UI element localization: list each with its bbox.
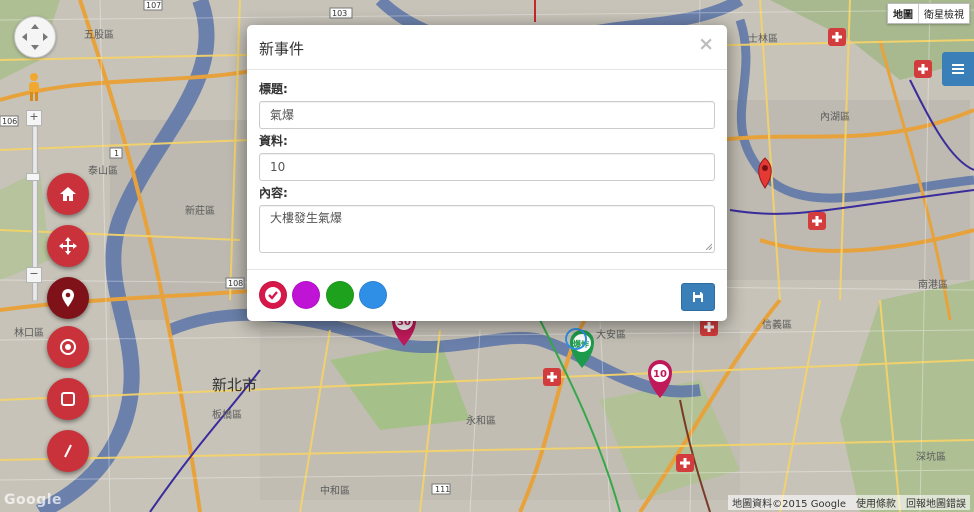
hospital-icon bbox=[543, 368, 561, 386]
route-label: 106 bbox=[2, 117, 17, 126]
circle-icon bbox=[60, 339, 76, 355]
title-label: 標題: bbox=[259, 82, 288, 96]
dialog-title: 新事件 bbox=[259, 40, 305, 58]
district-label: 大安區 bbox=[596, 328, 626, 341]
dialog-body: 標題: 氣爆 資料: 10 內容: 大樓發生氣爆 bbox=[259, 81, 715, 253]
map-type-satellite-button[interactable]: 衛星檢視 bbox=[919, 4, 969, 23]
resize-handle-icon[interactable] bbox=[704, 242, 712, 250]
district-label: 五股區 bbox=[84, 29, 114, 41]
close-button[interactable]: × bbox=[698, 34, 714, 54]
hospital-icon bbox=[914, 60, 932, 78]
move-icon bbox=[59, 237, 77, 255]
map-marker-icon bbox=[62, 289, 74, 307]
route-label: 111 bbox=[435, 485, 450, 494]
district-label: 士林區 bbox=[748, 32, 778, 45]
tool-home-button[interactable] bbox=[47, 173, 89, 215]
save-button[interactable] bbox=[681, 283, 715, 311]
floppy-disk-icon bbox=[693, 292, 703, 302]
zoom-in-button[interactable]: + bbox=[26, 110, 42, 126]
new-event-dialog: 新事件 × 標題: 氣爆 資料: 10 內容: 大樓發生氣爆 bbox=[247, 25, 727, 321]
route-label: 1 bbox=[114, 149, 119, 158]
title-input[interactable]: 氣爆 bbox=[259, 101, 715, 129]
tool-rectangle-button[interactable] bbox=[47, 378, 89, 420]
event-marker-label: 10 bbox=[653, 369, 667, 380]
color-swatch-purple[interactable] bbox=[292, 281, 320, 309]
data-input[interactable]: 10 bbox=[259, 153, 715, 181]
hamburger-icon bbox=[952, 64, 964, 74]
data-label: 資料: bbox=[259, 134, 288, 148]
map-type-map-button[interactable]: 地圖 bbox=[888, 4, 919, 23]
dialog-footer bbox=[247, 269, 727, 322]
district-label: 信義區 bbox=[762, 318, 792, 331]
line-icon bbox=[64, 444, 72, 458]
color-swatch-green[interactable] bbox=[326, 281, 354, 309]
district-label: 南港區 bbox=[918, 278, 948, 291]
district-label: 深坑區 bbox=[916, 450, 946, 463]
zoom-slider-handle[interactable] bbox=[26, 173, 40, 181]
tool-marker-button[interactable] bbox=[47, 277, 89, 319]
district-label: 新莊區 bbox=[185, 204, 215, 217]
zoom-out-button[interactable]: − bbox=[26, 267, 42, 283]
color-swatch-blue[interactable] bbox=[359, 281, 387, 309]
home-icon bbox=[60, 187, 76, 201]
menu-button[interactable] bbox=[942, 52, 974, 86]
route-label: 103 bbox=[332, 9, 347, 18]
hospital-icon bbox=[676, 454, 694, 472]
attribution-data: 地圖資料©2015 Google bbox=[732, 499, 846, 510]
tool-line-button[interactable] bbox=[47, 430, 89, 472]
district-label: 內湖區 bbox=[820, 111, 850, 123]
dialog-header: 新事件 × bbox=[247, 25, 727, 70]
pegman-icon[interactable] bbox=[26, 72, 42, 102]
content-textarea[interactable]: 大樓發生氣爆 bbox=[259, 205, 715, 253]
pan-control[interactable] bbox=[14, 16, 56, 58]
district-label: 中和區 bbox=[320, 484, 350, 497]
check-icon bbox=[265, 287, 281, 303]
district-label: 板橋區 bbox=[212, 408, 242, 421]
google-logo: Google bbox=[4, 492, 63, 508]
district-label: 泰山區 bbox=[88, 164, 118, 177]
content-text: 大樓發生氣爆 bbox=[270, 211, 343, 225]
route-label: 108 bbox=[228, 279, 243, 288]
report-error-link[interactable]: 回報地圖錯誤 bbox=[906, 495, 966, 510]
pan-arrows-icon bbox=[22, 24, 48, 50]
color-swatch-red[interactable] bbox=[259, 281, 287, 309]
hospital-icon bbox=[808, 212, 826, 230]
hospital-icon bbox=[828, 28, 846, 46]
district-label: 新北市 bbox=[212, 376, 257, 394]
district-label: 林口區 bbox=[14, 326, 44, 339]
terms-link[interactable]: 使用條款 bbox=[856, 495, 896, 510]
district-label: 永和區 bbox=[466, 414, 496, 427]
content-label: 內容: bbox=[259, 186, 288, 200]
map-type-control: 地圖 衛星檢視 bbox=[887, 3, 970, 24]
route-label: 107 bbox=[146, 1, 161, 10]
tool-pan-button[interactable] bbox=[47, 225, 89, 267]
tool-circle-button[interactable] bbox=[47, 326, 89, 368]
square-icon bbox=[61, 392, 75, 406]
map-attribution: 地圖資料©2015 Google 使用條款 回報地圖錯誤 bbox=[728, 495, 970, 510]
